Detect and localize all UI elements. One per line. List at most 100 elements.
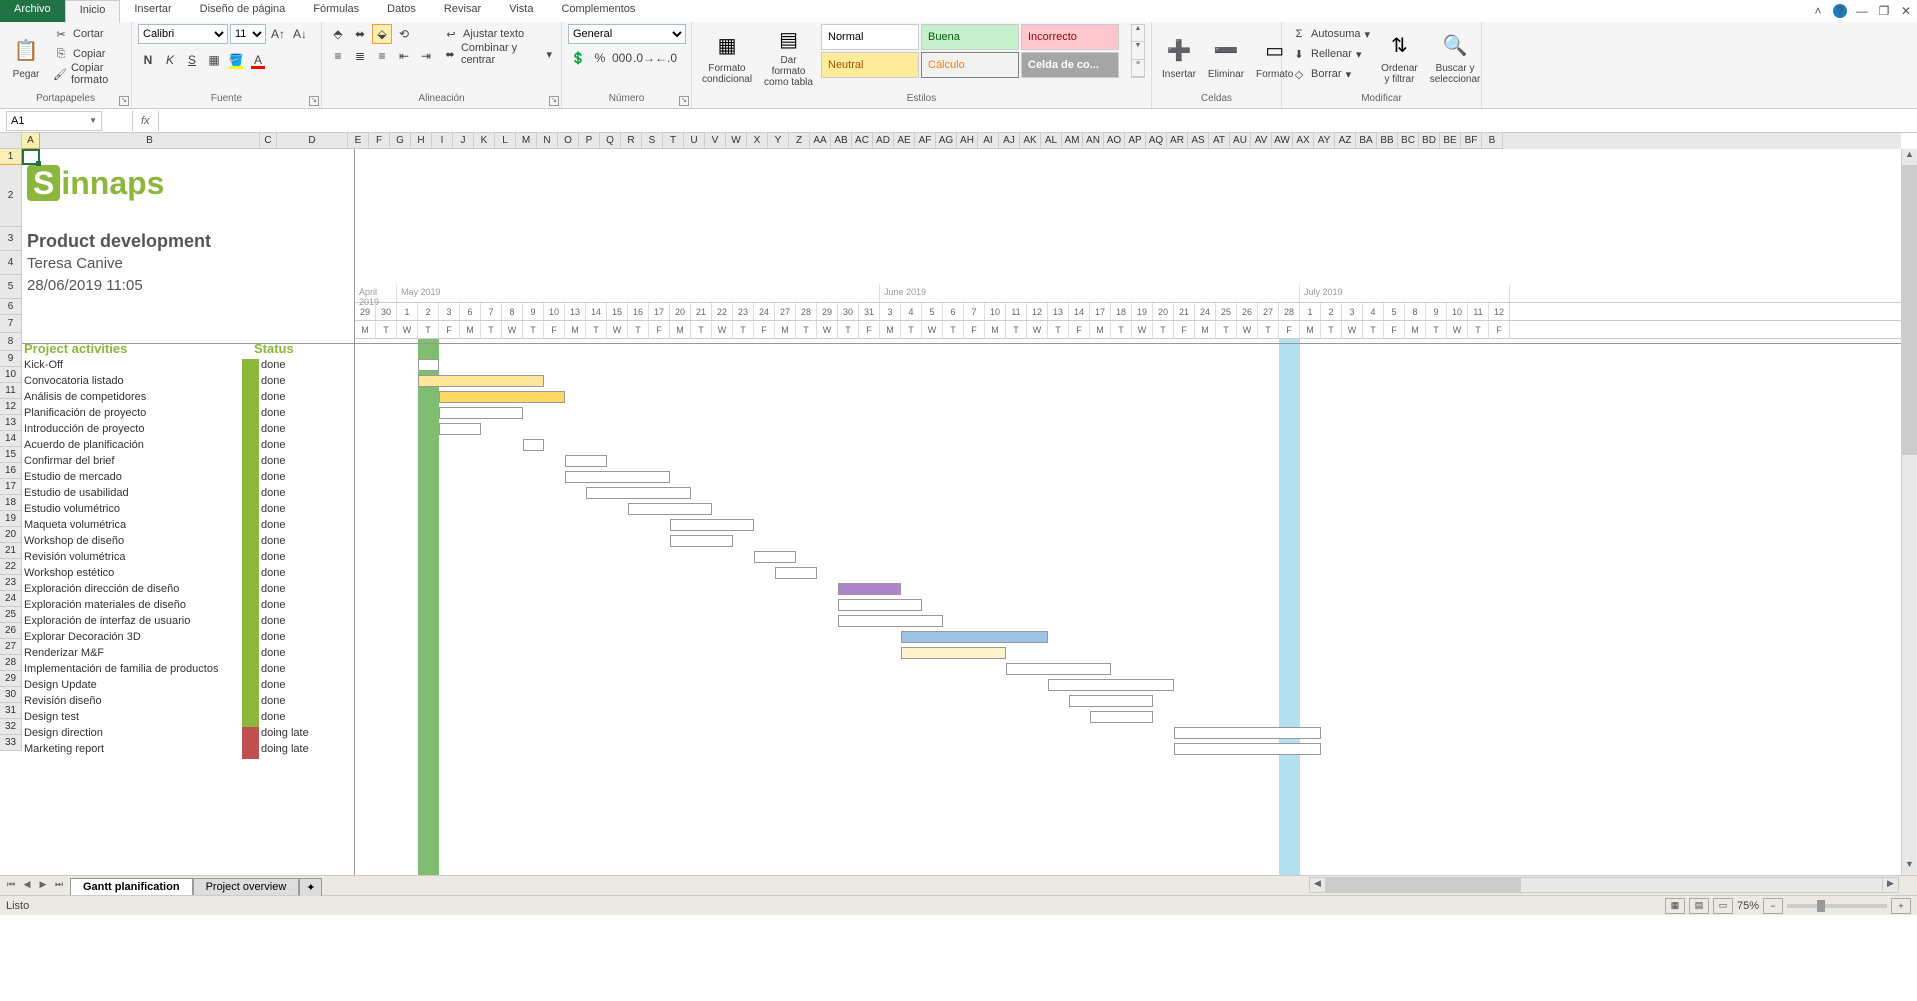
increase-decimal-button[interactable]: .0→ — [634, 48, 654, 68]
task-row[interactable]: Convocatoria listadodone — [22, 375, 330, 391]
gantt-bar[interactable] — [439, 423, 481, 435]
col-header-K[interactable]: K — [474, 133, 495, 149]
gantt-bar[interactable] — [775, 567, 817, 579]
thousands-button[interactable]: 000 — [612, 48, 632, 68]
align-top-button[interactable]: ⬘ — [328, 24, 348, 44]
help-icon[interactable]: ? — [1833, 4, 1847, 18]
fill-color-button[interactable]: 🪣 — [226, 50, 246, 70]
gantt-bar[interactable] — [838, 583, 901, 595]
orientation-button[interactable]: ⟲ — [394, 24, 414, 44]
col-header-H[interactable]: H — [411, 133, 432, 149]
gantt-bar[interactable] — [628, 503, 712, 515]
italic-button[interactable]: K — [160, 50, 180, 70]
row-header-17[interactable]: 17 — [0, 479, 22, 495]
paste-button[interactable]: 📋 Pegar — [6, 24, 46, 90]
row-header-25[interactable]: 25 — [0, 607, 22, 623]
row-header-6[interactable]: 6 — [0, 299, 22, 315]
gantt-bar[interactable] — [670, 519, 754, 531]
col-header-AE[interactable]: AE — [894, 133, 915, 149]
gantt-bar[interactable] — [565, 471, 670, 483]
gantt-bar[interactable] — [670, 535, 733, 547]
tab-view[interactable]: Vista — [495, 0, 547, 22]
fill-button[interactable]: ⬇Rellenar ▾ — [1288, 44, 1373, 64]
tab-addins[interactable]: Complementos — [547, 0, 649, 22]
gantt-bar[interactable] — [565, 455, 607, 467]
col-header-F[interactable]: F — [369, 133, 390, 149]
style-gallery-scroll[interactable]: ▲▼≡ — [1131, 24, 1145, 78]
gantt-bar[interactable] — [1069, 695, 1153, 707]
gantt-bar[interactable] — [1174, 743, 1321, 755]
tab-review[interactable]: Revisar — [430, 0, 495, 22]
decrease-decimal-button[interactable]: ←.0 — [656, 48, 676, 68]
gantt-bar[interactable] — [418, 359, 439, 371]
font-size-select[interactable]: 11 — [230, 24, 266, 44]
task-row[interactable]: Acuerdo de planificacióndone — [22, 439, 330, 455]
next-sheet-button[interactable]: ▶ — [36, 879, 50, 893]
row-header-21[interactable]: 21 — [0, 543, 22, 559]
style-calc[interactable]: Cálculo — [921, 52, 1019, 78]
autosum-button[interactable]: ΣAutosuma ▾ — [1288, 24, 1373, 44]
col-header-AW[interactable]: AW — [1272, 133, 1293, 149]
col-header-V[interactable]: V — [705, 133, 726, 149]
row-header-4[interactable]: 4 — [0, 251, 22, 275]
row-header-19[interactable]: 19 — [0, 511, 22, 527]
spreadsheet-grid[interactable]: ⌄ ABCDEFGHIJKLMNOPQRSTUVWXYZAAABACADAEAF… — [0, 133, 1917, 875]
vertical-scrollbar[interactable]: ▲ ▼ — [1901, 149, 1917, 875]
prev-sheet-button[interactable]: ◀ — [20, 879, 34, 893]
gantt-bar[interactable] — [754, 551, 796, 563]
col-header-U[interactable]: U — [684, 133, 705, 149]
col-header-B[interactable]: B — [40, 133, 260, 149]
task-row[interactable]: Design testdone — [22, 711, 330, 727]
task-row[interactable]: Revisión volumétricadone — [22, 551, 330, 567]
gantt-bar[interactable] — [1090, 711, 1153, 723]
gantt-bar[interactable] — [838, 599, 922, 611]
col-header-N[interactable]: N — [537, 133, 558, 149]
name-box[interactable]: A1▼ — [6, 111, 102, 131]
percent-button[interactable]: % — [590, 48, 610, 68]
gantt-bar[interactable] — [901, 631, 1048, 643]
row-header-5[interactable]: 5 — [0, 275, 22, 299]
zoom-in-button[interactable]: + — [1891, 898, 1911, 914]
task-row[interactable]: Estudio volumétricodone — [22, 503, 330, 519]
row-header-20[interactable]: 20 — [0, 527, 22, 543]
tab-data[interactable]: Datos — [373, 0, 430, 22]
align-bottom-button[interactable]: ⬙ — [372, 24, 392, 44]
task-row[interactable]: Marketing reportdoing late — [22, 743, 330, 759]
align-middle-button[interactable]: ⬌ — [350, 24, 370, 44]
row-header-1[interactable]: 1 — [0, 149, 22, 165]
find-select-button[interactable]: 🔍Buscar y seleccionar — [1426, 24, 1485, 90]
row-header-32[interactable]: 32 — [0, 719, 22, 735]
task-row[interactable]: Planificación de proyectodone — [22, 407, 330, 423]
col-header-P[interactable]: P — [579, 133, 600, 149]
bold-button[interactable]: N — [138, 50, 158, 70]
gantt-bar[interactable] — [523, 439, 544, 451]
restore-icon[interactable]: ❐ — [1877, 4, 1891, 18]
delete-cells-button[interactable]: ➖Eliminar — [1204, 24, 1248, 90]
col-header-X[interactable]: X — [747, 133, 768, 149]
style-check[interactable]: Celda de co... — [1021, 52, 1119, 78]
task-row[interactable]: Design Updatedone — [22, 679, 330, 695]
decrease-indent-button[interactable]: ⇤ — [394, 46, 414, 66]
col-header-AL[interactable]: AL — [1041, 133, 1062, 149]
format-painter-button[interactable]: 🖌Copiar formato — [50, 64, 125, 84]
conditional-format-button[interactable]: ▦Formato condicional — [698, 24, 756, 90]
col-header-AV[interactable]: AV — [1251, 133, 1272, 149]
row-header-22[interactable]: 22 — [0, 559, 22, 575]
row-header-31[interactable]: 31 — [0, 703, 22, 719]
font-launcher[interactable]: ↘ — [309, 96, 319, 106]
minimize-ribbon-icon[interactable]: ˄ — [1811, 4, 1825, 18]
col-header-I[interactable]: I — [432, 133, 453, 149]
col-header-E[interactable]: E — [348, 133, 369, 149]
gantt-bar[interactable] — [439, 391, 565, 403]
task-row[interactable]: Exploración dirección de diseñodone — [22, 583, 330, 599]
gantt-bar[interactable] — [586, 487, 691, 499]
col-header-AT[interactable]: AT — [1209, 133, 1230, 149]
align-launcher[interactable]: ↘ — [549, 96, 559, 106]
row-header-14[interactable]: 14 — [0, 431, 22, 447]
col-header-AX[interactable]: AX — [1293, 133, 1314, 149]
row-header-16[interactable]: 16 — [0, 463, 22, 479]
row-header-29[interactable]: 29 — [0, 671, 22, 687]
row-header-8[interactable]: 8 — [0, 333, 22, 351]
font-color-button[interactable]: A — [248, 50, 268, 70]
col-header-Y[interactable]: Y — [768, 133, 789, 149]
